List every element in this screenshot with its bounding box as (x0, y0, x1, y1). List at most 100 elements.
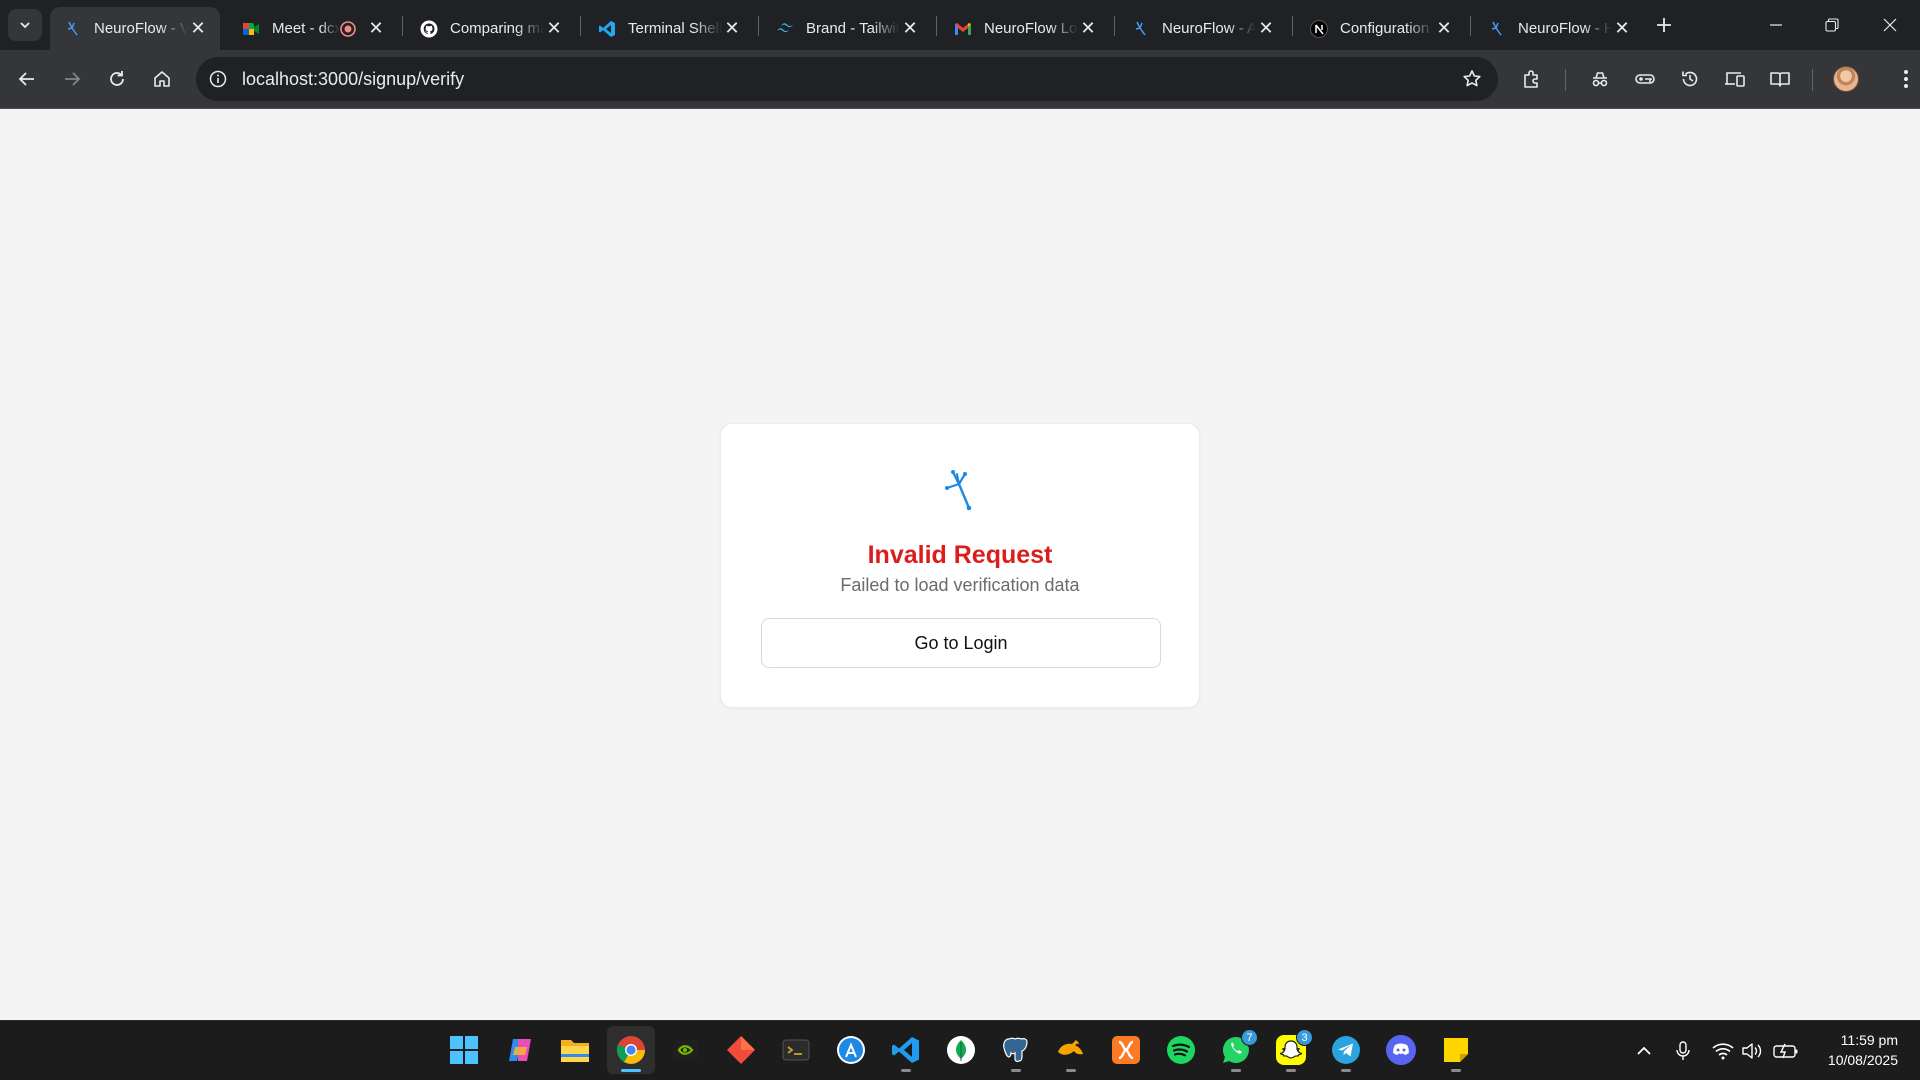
tab-github[interactable]: Comparing main... ✕ (406, 7, 576, 50)
chevron-down-icon (20, 22, 30, 29)
sticky-notes-icon (1444, 1038, 1468, 1062)
close-icon[interactable]: ✕ (544, 18, 564, 39)
tab-nextjs[interactable]: Configuration ✕ (1296, 7, 1466, 50)
tab-neuroflow-home[interactable]: NeuroFlow - Home ✕ (1474, 7, 1644, 50)
forward-button[interactable] (54, 61, 90, 97)
history-button[interactable] (1672, 61, 1708, 97)
neuroflow-icon (1488, 20, 1506, 38)
neuroflow-icon (64, 20, 82, 38)
volume-button[interactable] (1738, 1038, 1766, 1064)
close-icon[interactable]: ✕ (900, 18, 920, 39)
nvidia-icon (673, 1040, 699, 1060)
close-icon[interactable]: ✕ (722, 18, 742, 39)
back-arrow-icon (18, 72, 34, 86)
running-indicator (1451, 1069, 1461, 1072)
back-button[interactable] (9, 61, 45, 97)
taskbar-git-kraken[interactable] (717, 1026, 765, 1074)
tab-separator (936, 16, 937, 36)
bookmark-star-icon[interactable] (1458, 65, 1486, 93)
taskbar-docker-like[interactable] (1047, 1026, 1095, 1074)
restore-button[interactable] (1804, 0, 1860, 50)
clock-time: 11:59 pm (1840, 1032, 1898, 1048)
vscode-icon (598, 20, 616, 38)
tab-separator (1470, 16, 1471, 36)
taskbar-terminal[interactable] (772, 1026, 820, 1074)
close-icon (1883, 18, 1897, 32)
home-icon (154, 71, 170, 87)
app-store-icon (837, 1036, 865, 1064)
close-icon[interactable]: ✕ (1078, 18, 1098, 39)
url-text[interactable]: localhost:3000/signup/verify (242, 69, 464, 90)
close-icon[interactable]: ✕ (188, 18, 208, 39)
key-icon (1635, 74, 1655, 84)
tab-neuroflow-app[interactable]: NeuroFlow - App ✕ (1118, 7, 1288, 50)
tab-title: Terminal Shell Integration (628, 20, 722, 37)
taskbar-xampp[interactable] (1102, 1026, 1150, 1074)
chrome-icon (616, 1036, 645, 1064)
taskbar-discord[interactable] (1377, 1026, 1425, 1074)
neuroflow-icon (1132, 20, 1150, 38)
taskbar-sticky-notes[interactable] (1432, 1026, 1480, 1074)
taskbar-app-store[interactable] (827, 1026, 875, 1074)
extensions-button[interactable] (1514, 61, 1550, 97)
toolbar-separator (1812, 69, 1813, 91)
reading-mode-button[interactable] (1762, 61, 1798, 97)
tab-title: NeuroFlow - Home (1518, 20, 1612, 37)
site-info-icon[interactable] (200, 61, 236, 97)
tab-title: Brand - Tailwind CSS (806, 20, 900, 37)
plus-icon (1657, 18, 1671, 32)
wifi-icon (1712, 1043, 1734, 1060)
incognito-button[interactable] (1582, 61, 1618, 97)
microphone-button[interactable] (1669, 1038, 1697, 1064)
postgresql-icon (1003, 1037, 1028, 1062)
go-to-login-button[interactable]: Go to Login (761, 618, 1161, 668)
devices-button[interactable] (1717, 61, 1753, 97)
google-meet-icon (242, 20, 260, 38)
close-icon[interactable]: ✕ (366, 18, 386, 39)
system-clock[interactable]: 11:59 pm 10/08/2025 (1800, 1030, 1898, 1070)
tab-vscode-docs[interactable]: Terminal Shell Integration ✕ (584, 7, 754, 50)
taskbar-file-explorer[interactable] (551, 1026, 599, 1074)
incognito-icon (1592, 72, 1608, 87)
battery-button[interactable] (1772, 1038, 1800, 1064)
wifi-button[interactable] (1709, 1038, 1737, 1064)
clock-date: 10/08/2025 (1827, 1052, 1898, 1068)
taskbar-nvidia[interactable] (662, 1026, 710, 1074)
tab-tailwind[interactable]: Brand - Tailwind CSS ✕ (762, 7, 932, 50)
taskbar-telegram[interactable] (1322, 1026, 1370, 1074)
taskbar-spotify[interactable] (1157, 1026, 1205, 1074)
tab-title: NeuroFlow Login (984, 20, 1078, 37)
address-bar[interactable]: localhost:3000/signup/verify (196, 57, 1498, 101)
taskbar-chrome[interactable] (607, 1026, 655, 1074)
new-tab-button[interactable] (1650, 11, 1678, 39)
password-manager-button[interactable] (1627, 61, 1663, 97)
taskbar-vscode[interactable] (882, 1026, 930, 1074)
tab-separator (580, 16, 581, 36)
taskbar-whatsapp[interactable]: 7 (1212, 1026, 1260, 1074)
tailwind-icon (776, 20, 794, 38)
close-icon[interactable]: ✕ (1256, 18, 1276, 39)
taskbar-copilot[interactable] (496, 1026, 544, 1074)
running-indicator (1066, 1069, 1076, 1072)
tab-search-button[interactable] (8, 9, 42, 41)
minimize-button[interactable] (1748, 0, 1804, 50)
taskbar-postgresql[interactable] (992, 1026, 1040, 1074)
forward-arrow-icon (65, 72, 81, 86)
tray-overflow-button[interactable] (1630, 1038, 1658, 1064)
taskbar-mongodb[interactable] (937, 1026, 985, 1074)
home-button[interactable] (144, 61, 180, 97)
close-icon[interactable]: ✕ (1612, 18, 1632, 39)
taskbar-snapchat[interactable]: 3 (1267, 1026, 1315, 1074)
browser-menu-button[interactable] (1888, 61, 1920, 97)
tab-neuroflow-verify[interactable]: NeuroFlow - Verify ✕ (50, 7, 220, 50)
start-button[interactable] (440, 1026, 488, 1074)
start-icon (450, 1036, 478, 1064)
microphone-icon (1676, 1041, 1690, 1060)
window-close-button[interactable] (1862, 0, 1918, 50)
profile-avatar[interactable] (1833, 66, 1859, 92)
tab-gmail[interactable]: NeuroFlow Login ✕ (940, 7, 1110, 50)
close-icon[interactable]: ✕ (1434, 18, 1454, 39)
tab-meet[interactable]: Meet - dcx-qwer-tyu ✕ (228, 7, 398, 50)
reload-button[interactable] (99, 61, 135, 97)
tab-title: NeuroFlow - App (1162, 20, 1256, 37)
